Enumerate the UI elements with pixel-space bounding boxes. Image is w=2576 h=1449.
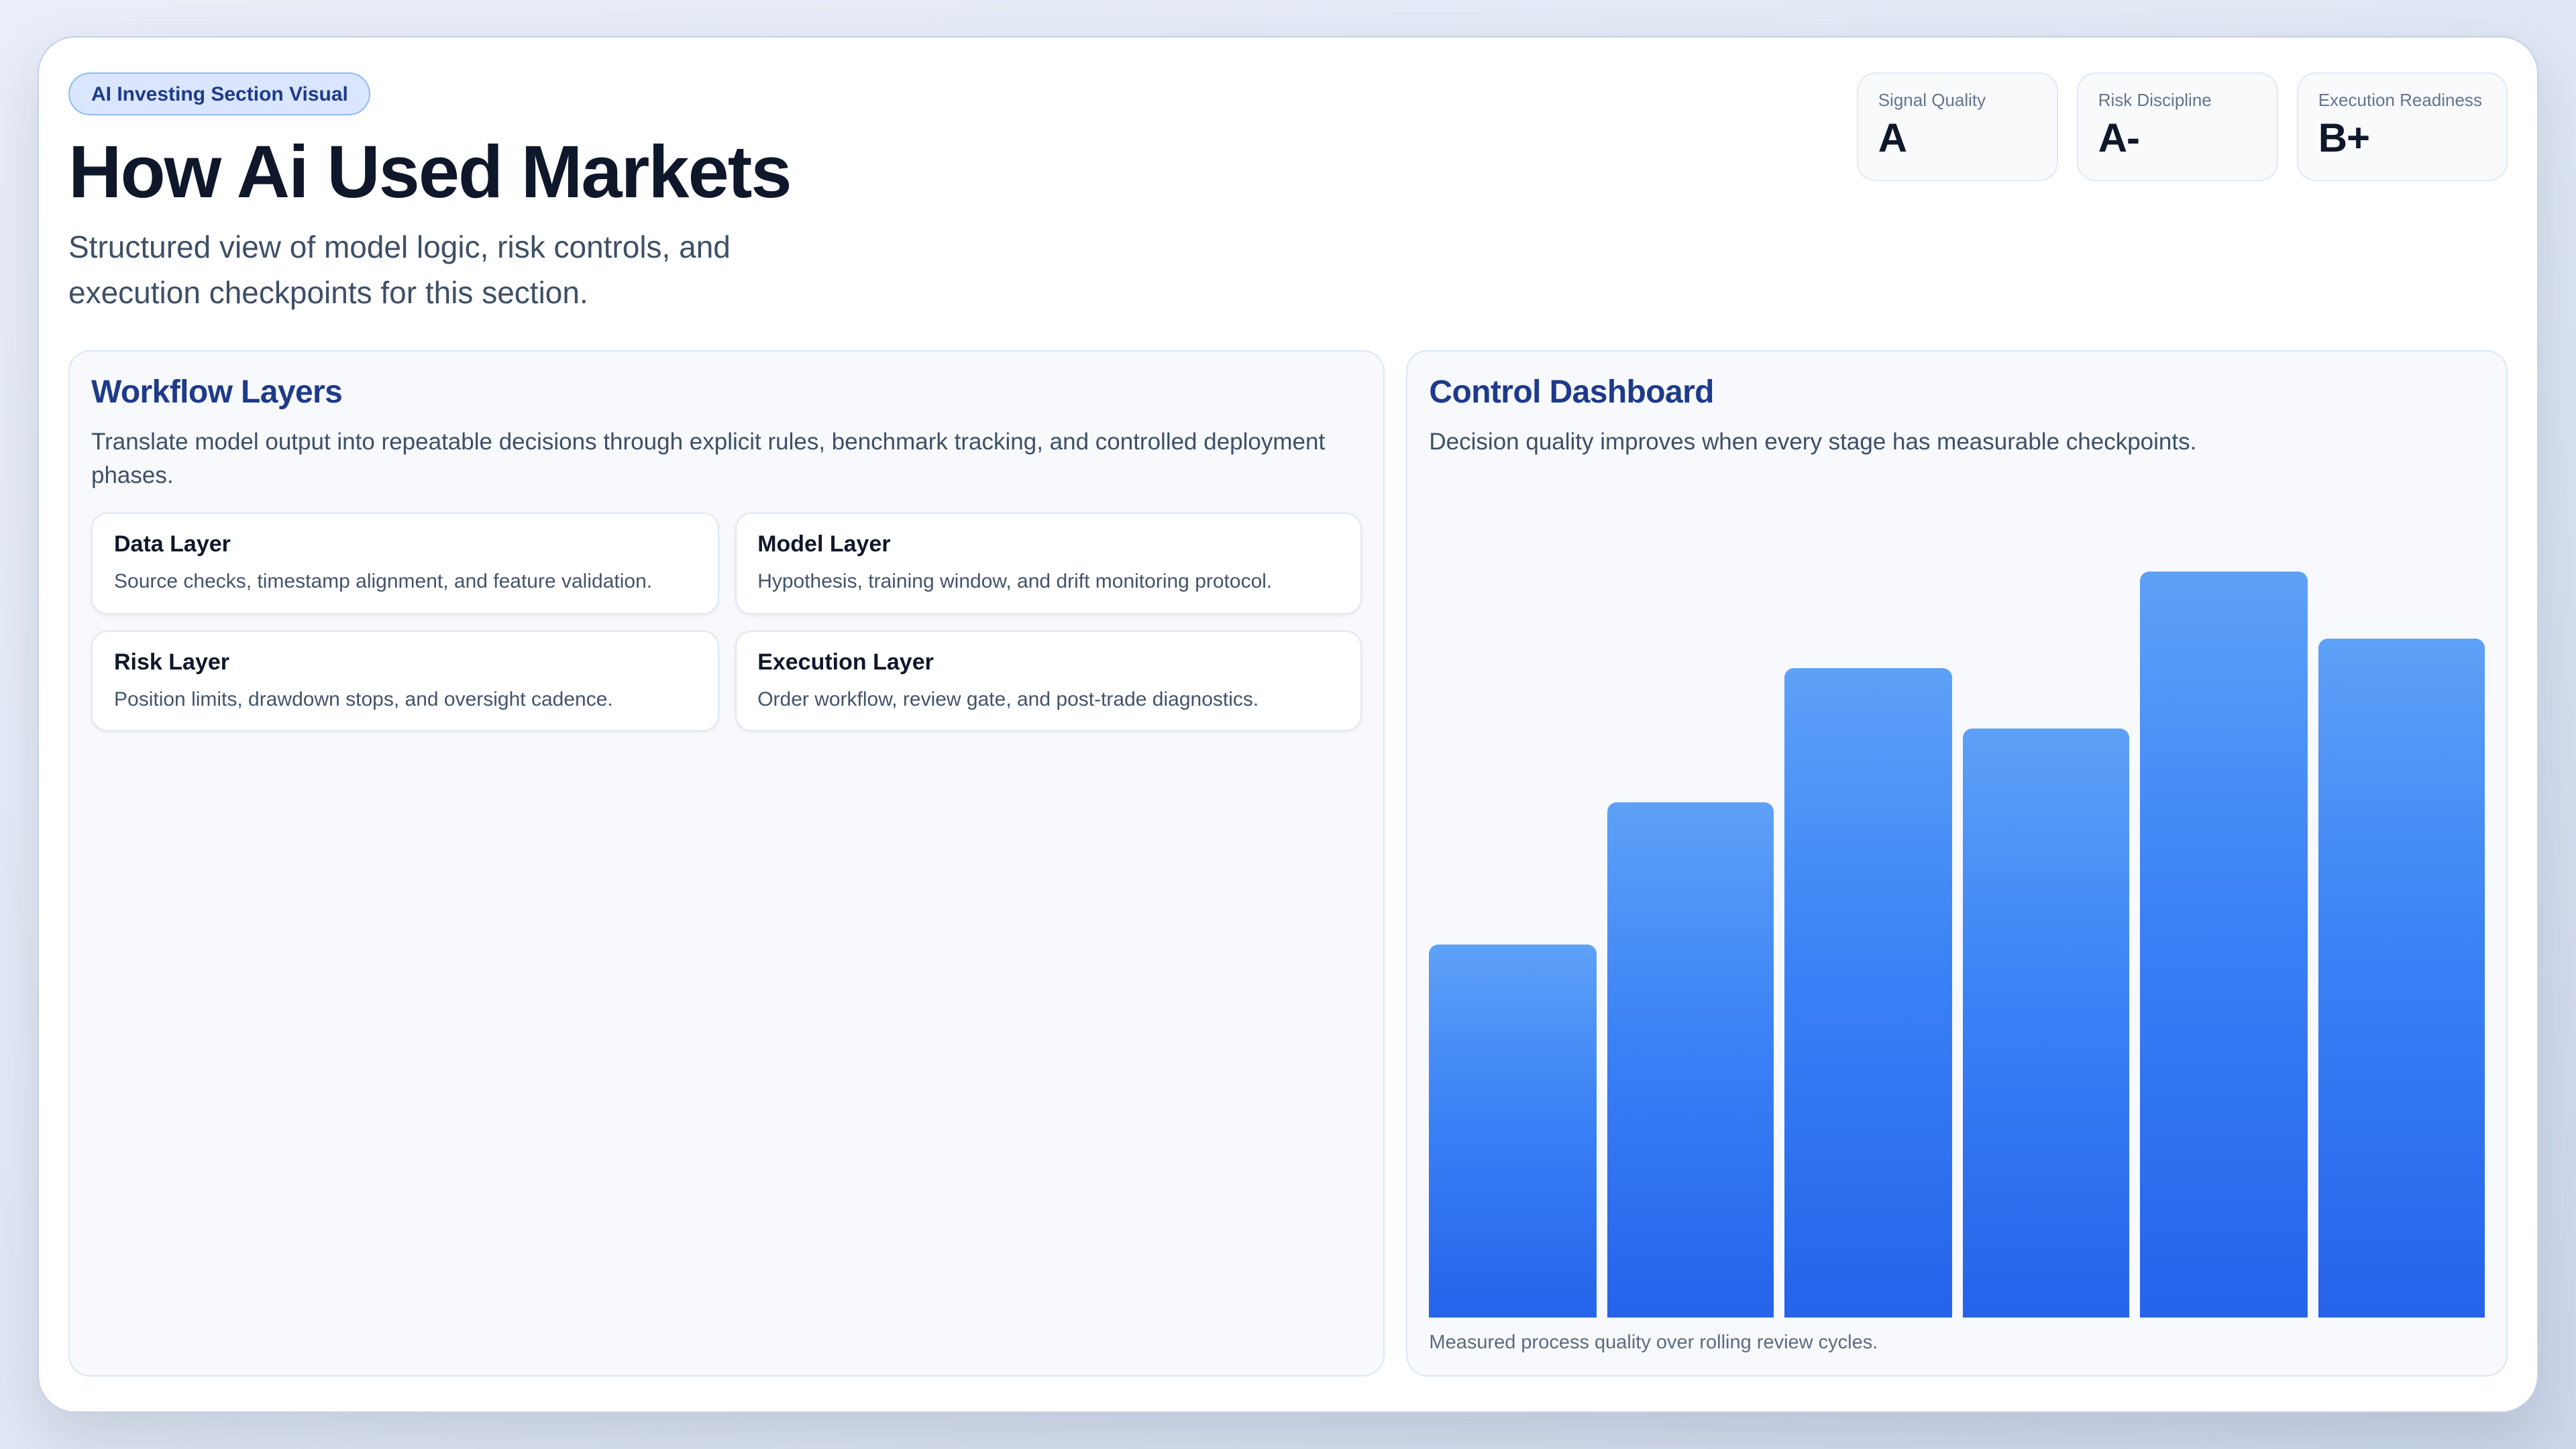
- header: AI Investing Section Visual How Ai Used …: [68, 72, 2508, 315]
- layer-card-model: Model Layer Hypothesis, training window,…: [735, 513, 1362, 614]
- dashboard-panel-title: Control Dashboard: [1429, 374, 2485, 412]
- header-left: AI Investing Section Visual How Ai Used …: [68, 72, 826, 315]
- layer-title: Execution Layer: [757, 649, 1339, 676]
- chart-bar: [1429, 945, 1596, 1318]
- chart-bar: [1784, 669, 1951, 1318]
- page-subtitle: Structured view of model logic, risk con…: [68, 226, 826, 315]
- stat-label: Risk Discipline: [2098, 90, 2253, 110]
- chart-bar: [2140, 572, 2307, 1318]
- chart-bar: [1607, 803, 1774, 1318]
- layer-title: Risk Layer: [114, 649, 696, 676]
- stats-row: Signal Quality A Risk Discipline A- Exec…: [1857, 72, 2508, 181]
- layer-title: Data Layer: [114, 531, 696, 558]
- layer-description: Hypothesis, training window, and drift m…: [757, 569, 1339, 595]
- scale-wrapper: AI Investing Section Visual How Ai Used …: [0, 0, 2576, 1449]
- stat-card-execution-readiness: Execution Readiness B+: [2297, 72, 2508, 181]
- chart-caption: Measured process quality over rolling re…: [1429, 1332, 2485, 1354]
- page-title: How Ai Used Markets: [68, 133, 826, 213]
- stat-card-risk-discipline: Risk Discipline A-: [2077, 72, 2278, 181]
- chart-bar: [2318, 639, 2485, 1318]
- page-background: AI Investing Section Visual How Ai Used …: [0, 0, 2576, 1449]
- stat-value: B+: [2318, 117, 2482, 162]
- layer-card-risk: Risk Layer Position limits, drawdown sto…: [91, 630, 718, 731]
- layer-description: Source checks, timestamp alignment, and …: [114, 569, 696, 595]
- layer-description: Order workflow, review gate, and post-tr…: [757, 686, 1339, 712]
- stat-value: A: [1878, 117, 2033, 162]
- control-dashboard-panel: Control Dashboard Decision quality impro…: [1406, 350, 2508, 1377]
- workflow-panel-description: Translate model output into repeatable d…: [91, 425, 1362, 491]
- layer-card-execution: Execution Layer Order workflow, review g…: [735, 630, 1362, 731]
- layer-description: Position limits, drawdown stops, and ove…: [114, 686, 696, 712]
- stat-label: Signal Quality: [1878, 90, 2033, 110]
- workflow-layers-panel: Workflow Layers Translate model output i…: [68, 350, 1385, 1377]
- stat-label: Execution Readiness: [2318, 90, 2482, 110]
- layer-grid: Data Layer Source checks, timestamp alig…: [91, 513, 1362, 731]
- stat-card-signal-quality: Signal Quality A: [1857, 72, 2058, 181]
- section-badge: AI Investing Section Visual: [68, 72, 371, 115]
- layer-card-data: Data Layer Source checks, timestamp alig…: [91, 513, 718, 614]
- stat-value: A-: [2098, 117, 2253, 162]
- dashboard-panel-description: Decision quality improves when every sta…: [1429, 425, 2485, 458]
- main-card: AI Investing Section Visual How Ai Used …: [38, 36, 2538, 1413]
- bar-chart: [1429, 572, 2485, 1318]
- layer-title: Model Layer: [757, 531, 1339, 558]
- content-panels: Workflow Layers Translate model output i…: [68, 350, 2508, 1377]
- chart-bar: [1962, 729, 2129, 1318]
- workflow-panel-title: Workflow Layers: [91, 374, 1362, 412]
